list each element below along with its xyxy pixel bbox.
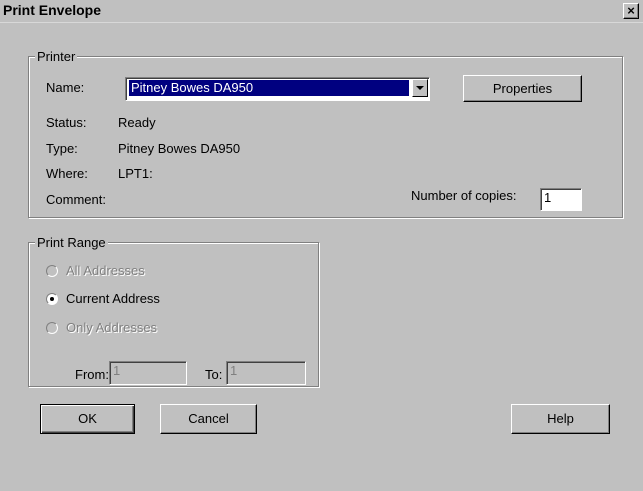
- where-value: LPT1:: [118, 166, 153, 181]
- all-addresses-label: All Addresses: [66, 263, 145, 278]
- name-label: Name:: [46, 80, 85, 95]
- where-label: Where:: [46, 166, 88, 181]
- to-label: To:: [205, 367, 223, 382]
- properties-button-label: Properties: [492, 81, 553, 96]
- printer-group-legend: Printer: [35, 49, 78, 64]
- properties-button[interactable]: Properties: [463, 75, 582, 102]
- status-label: Status:: [46, 115, 87, 130]
- ok-button[interactable]: OK: [40, 404, 135, 434]
- copies-input[interactable]: 1: [540, 188, 582, 211]
- only-addresses-radio[interactable]: [46, 322, 58, 334]
- from-label: From:: [75, 367, 109, 382]
- from-value: 1: [113, 363, 121, 378]
- chevron-down-icon[interactable]: [412, 79, 428, 97]
- type-value: Pitney Bowes DA950: [118, 141, 241, 156]
- type-label: Type:: [46, 141, 78, 156]
- to-input[interactable]: 1: [226, 361, 306, 385]
- all-addresses-radio[interactable]: [46, 265, 58, 277]
- help-button[interactable]: Help: [511, 404, 610, 434]
- ok-button-label: OK: [78, 411, 97, 426]
- printer-name-value: Pitney Bowes DA950: [129, 80, 409, 96]
- radio-dot: [50, 297, 54, 301]
- from-input[interactable]: 1: [109, 361, 187, 385]
- status-value: Ready: [118, 115, 156, 130]
- copies-value: 1: [544, 190, 552, 205]
- current-address-radio[interactable]: [46, 293, 58, 305]
- title-bar: Print Envelope ×: [0, 0, 643, 23]
- only-addresses-label: Only Addresses: [66, 320, 158, 335]
- print-range-legend: Print Range: [35, 235, 108, 250]
- copies-label: Number of copies:: [411, 188, 517, 203]
- to-value: 1: [230, 363, 238, 378]
- close-glyph: ×: [627, 3, 635, 18]
- help-button-label: Help: [547, 411, 574, 426]
- cancel-button-label: Cancel: [188, 411, 229, 426]
- close-icon[interactable]: ×: [623, 3, 639, 19]
- printer-name-select[interactable]: Pitney Bowes DA950: [125, 77, 430, 101]
- cancel-button[interactable]: Cancel: [160, 404, 257, 434]
- comment-label: Comment:: [46, 192, 106, 207]
- window-title: Print Envelope: [3, 2, 102, 18]
- current-address-label: Current Address: [66, 291, 160, 306]
